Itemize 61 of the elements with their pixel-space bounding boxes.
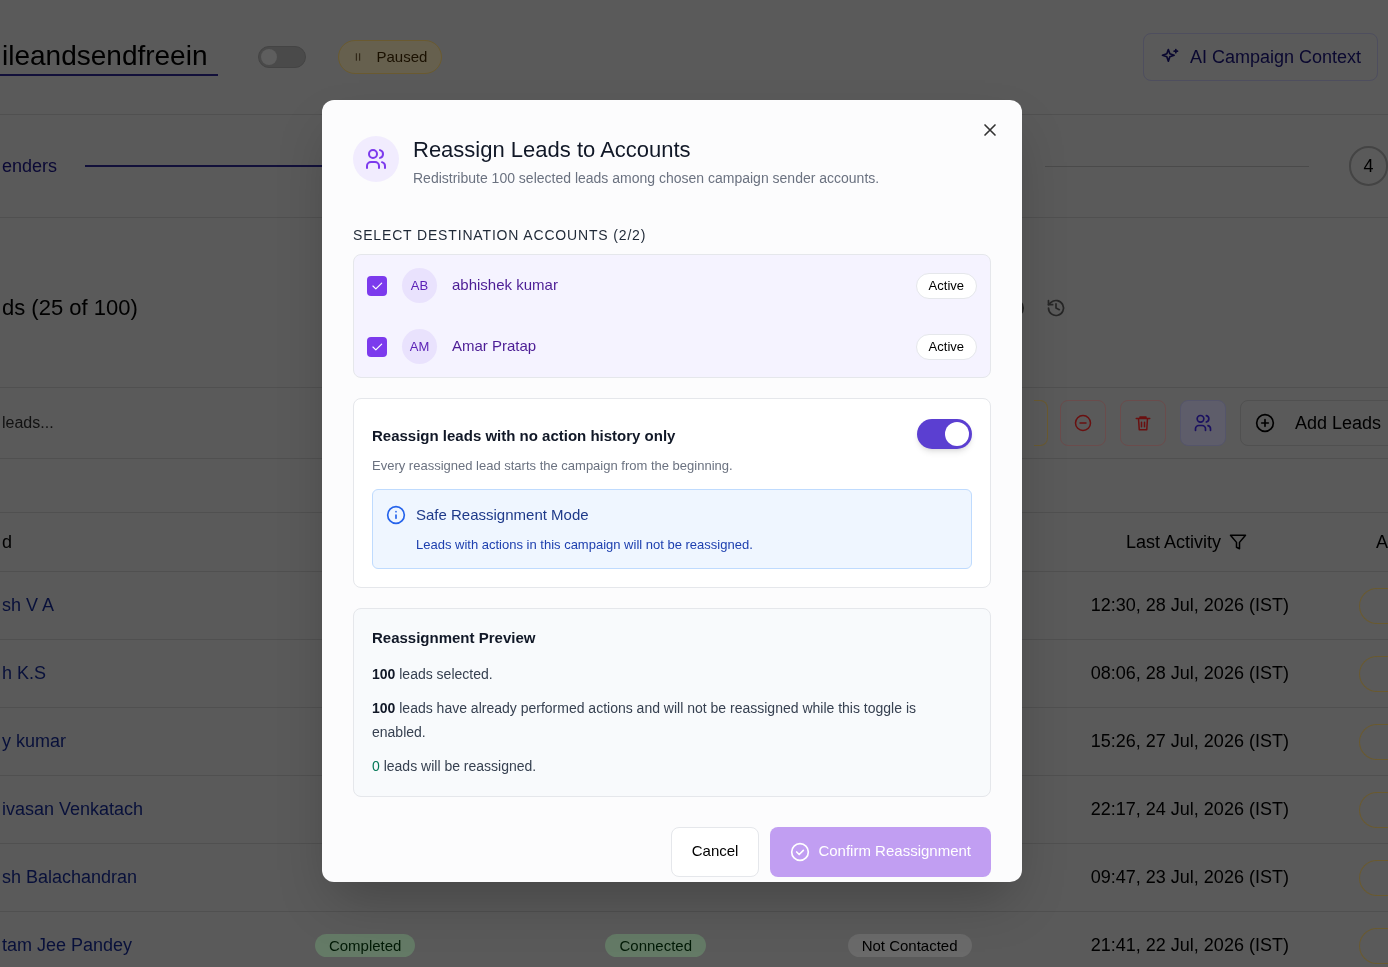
table-cell-text: 15:26, 27 Jul, 2026 (IST) <box>1090 730 1289 753</box>
table-cell-text: 09:47, 23 Jul, 2026 (IST) <box>1090 866 1289 889</box>
info-icon <box>386 505 406 526</box>
users-icon <box>1192 413 1213 433</box>
add-leads-button[interactable]: Add Leads <box>1239 400 1388 446</box>
status-badge: Active <box>915 272 977 299</box>
avatar: AB <box>402 268 437 303</box>
lead-name[interactable]: sh Balachandran <box>2 867 138 887</box>
account-name: abhishek kumar <box>452 275 559 296</box>
lead-name[interactable]: ivasan Venkatach <box>2 799 144 819</box>
connection-badge: Connected <box>605 933 707 957</box>
cancel-button[interactable]: Cancel <box>670 826 760 877</box>
info-text: Leads with actions in this campaign will not be reassigned. <box>415 535 754 554</box>
avatar: AM <box>402 329 437 364</box>
lead-name[interactable]: tam Jee Pandey <box>2 935 133 955</box>
status-badge: Completed <box>314 933 416 957</box>
toggle-switch[interactable] <box>257 46 306 68</box>
lead-name[interactable]: y kumar <box>2 731 66 751</box>
lead-name[interactable]: h K.S <box>2 663 47 683</box>
column-header: A <box>1376 530 1388 554</box>
campaign-title: ileandsendfreein <box>0 38 218 76</box>
column-header: d <box>2 531 12 552</box>
column-header: Last Activity <box>1126 530 1222 554</box>
preview-line: 100 leads selected. <box>372 664 494 684</box>
history-icon <box>1045 297 1066 318</box>
filter-icon <box>1229 533 1248 551</box>
step-number: 4 <box>1348 146 1388 186</box>
preview-line: 100 leads have already performed actions and will not be reassigned while this toggle is enabled. <box>372 698 917 742</box>
checkbox[interactable] <box>367 275 387 296</box>
step-tab[interactable]: enders <box>0 152 58 180</box>
toolbar-button[interactable] <box>1033 400 1048 446</box>
remove-button[interactable] <box>1059 400 1106 446</box>
lead-name[interactable]: sh V A <box>2 595 55 615</box>
minus-circle-icon <box>1073 414 1092 432</box>
check-circle-icon <box>790 841 811 862</box>
dialog-title: Reassign Leads to Accounts <box>413 136 692 164</box>
dialog-subtitle: Redistribute 100 selected leads among chosen campaign sender accounts. <box>413 169 880 188</box>
preview-line: 0 leads will be reassigned. <box>372 756 538 776</box>
reassign-button[interactable] <box>1179 400 1226 446</box>
table-cell-text: 12:30, 28 Jul, 2026 (IST) <box>1090 594 1289 617</box>
preview-title: Reassignment Preview <box>372 628 537 648</box>
delete-button[interactable] <box>1119 400 1166 446</box>
trash-icon <box>1133 414 1152 432</box>
status-badge: Active <box>915 333 977 360</box>
account-name: Amar Pratap <box>452 336 538 357</box>
plus-circle-icon <box>1254 413 1275 433</box>
status-badge: Paused <box>337 40 443 74</box>
table-cell-text: 21:41, 22 Jul, 2026 (IST) <box>1090 934 1289 957</box>
section-label: SELECT DESTINATION ACCOUNTS (2/2) <box>353 226 648 245</box>
toggle-description: Every reassigned lead starts the campaign from the beginning. <box>372 456 733 475</box>
leads-heading: ds (25 of 100) <box>1 294 138 322</box>
table-cell-text: 22:17, 24 Jul, 2026 (IST) <box>1090 798 1289 821</box>
checkbox[interactable] <box>367 336 387 357</box>
contact-badge: Not Contacted <box>847 933 972 957</box>
info-title: Safe Reassignment Mode <box>416 505 589 525</box>
table-cell-text: 08:06, 28 Jul, 2026 (IST) <box>1090 662 1289 685</box>
ai-context-button[interactable]: AI Campaign Context <box>1142 33 1378 81</box>
toggle-switch[interactable] <box>917 419 972 449</box>
search-field[interactable]: leads... <box>0 403 300 443</box>
toggle-label: Reassign leads with no action history only <box>372 426 677 446</box>
users-icon <box>364 147 388 171</box>
